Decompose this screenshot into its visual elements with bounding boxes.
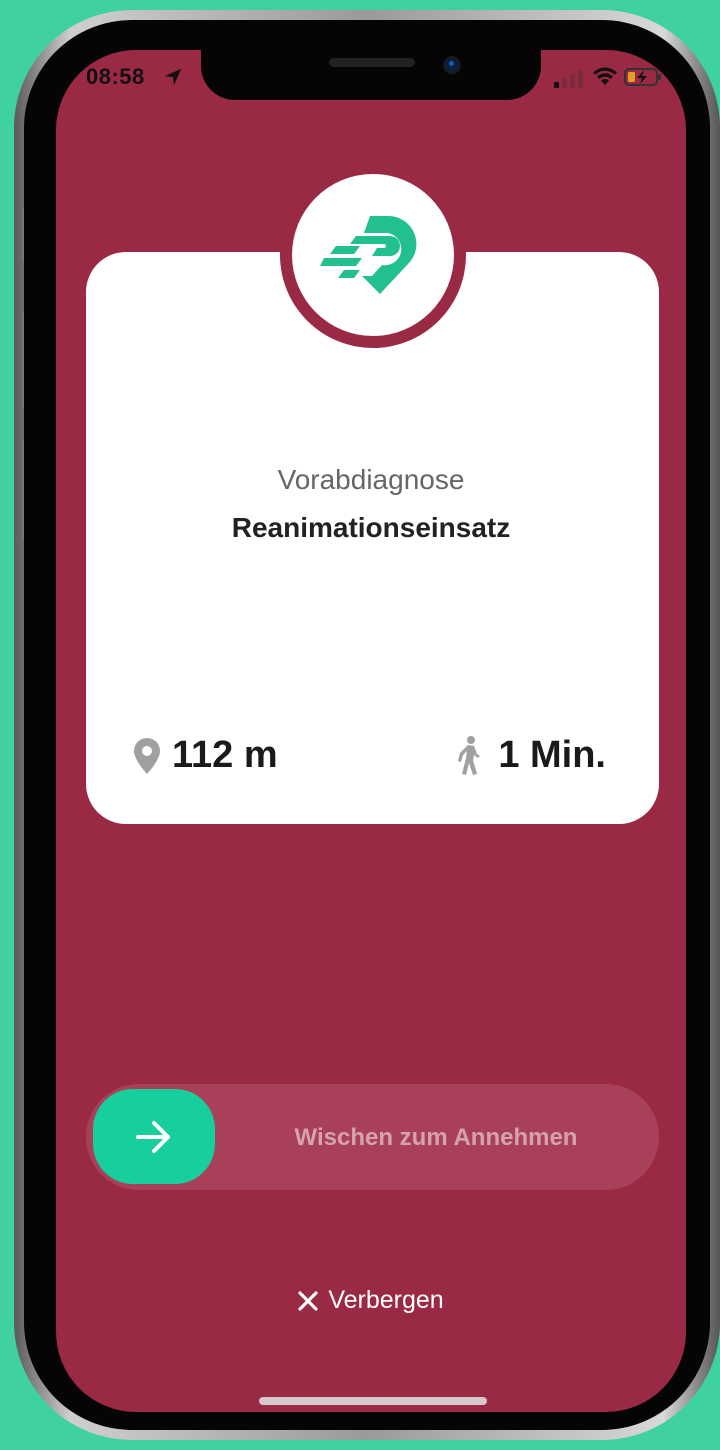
front-camera (443, 56, 461, 74)
screen: 08:58 Vorabdiagnose Reanimationseinsatz … (56, 50, 686, 1412)
slider-handle[interactable] (93, 1089, 215, 1184)
hide-button[interactable]: Verbergen (56, 1286, 686, 1315)
location-arrow-icon (164, 68, 182, 86)
walking-person-icon (458, 735, 481, 775)
cellular-signal-icon (554, 70, 583, 88)
distance-value: 112 m (172, 734, 278, 776)
diagnosis-value: Reanimationseinsatz (231, 512, 511, 543)
arrow-right-icon (136, 1120, 170, 1153)
logo-badge (280, 162, 466, 348)
location-pin-icon (134, 737, 160, 774)
walk-time-value: 1 Min. (498, 734, 606, 776)
logo-circle (292, 174, 454, 336)
notch (201, 50, 541, 100)
wifi-icon (593, 67, 617, 85)
close-icon (298, 1290, 318, 1311)
walk-time-info: 1 Min. (456, 734, 606, 777)
diagnosis-label: Vorabdiagnose (277, 464, 465, 495)
status-time: 08:58 (86, 64, 145, 89)
slider-label: Wischen zum Annehmen (294, 1124, 578, 1151)
dispatch-location-logo (320, 215, 417, 294)
speaker (329, 58, 415, 67)
battery-charging-icon (624, 68, 661, 86)
distance-info: 112 m (134, 734, 278, 777)
hide-label: Verbergen (328, 1286, 444, 1314)
accept-swipe-slider[interactable]: Wischen zum Annehmen (86, 1084, 659, 1190)
home-indicator[interactable] (259, 1397, 487, 1405)
